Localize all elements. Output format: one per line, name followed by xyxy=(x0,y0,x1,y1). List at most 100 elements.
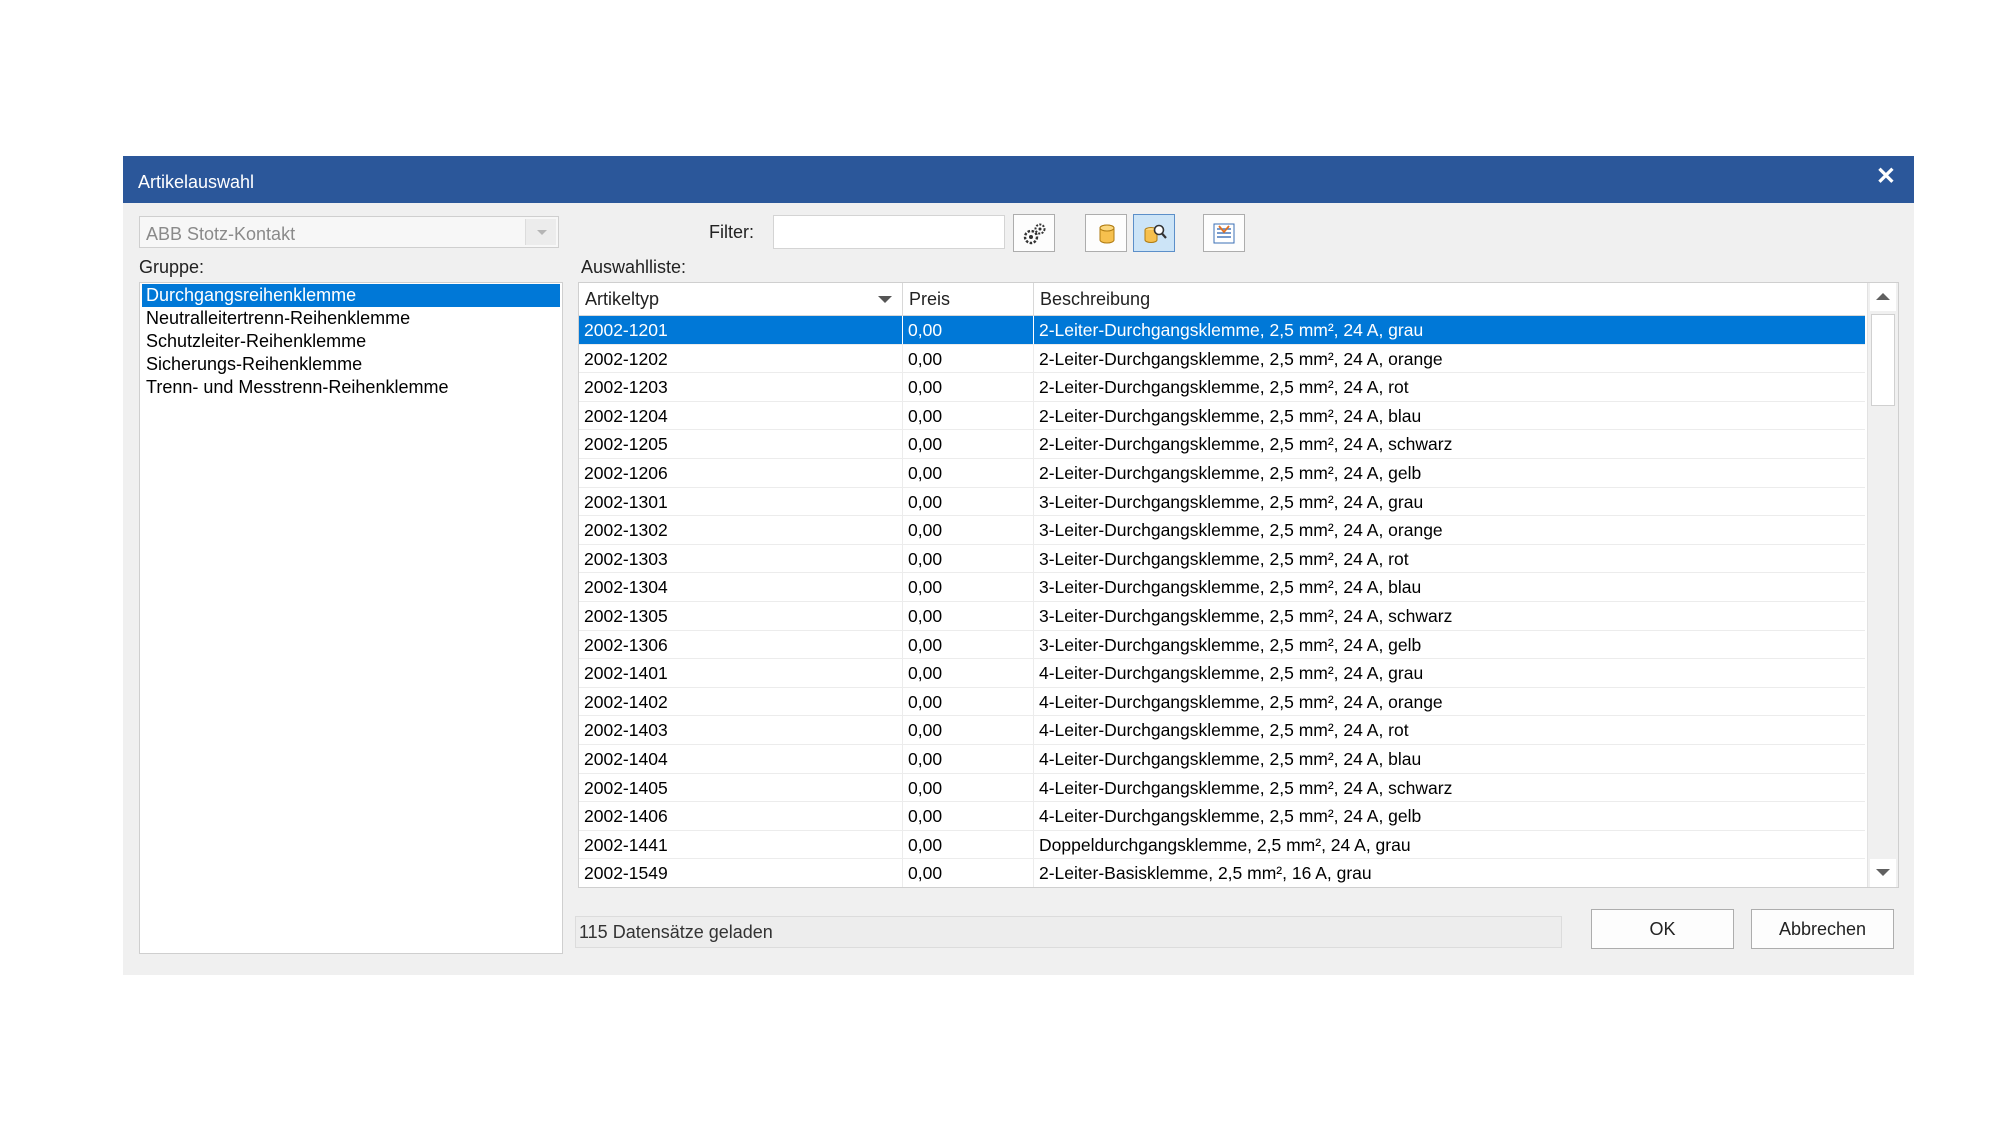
cell-preis: 0,00 xyxy=(903,316,1034,344)
table-row[interactable]: 2002-1305 0,00 3-Leiter-Durchgangsklemme, … xyxy=(579,601,1865,631)
column-header-preis[interactable]: Preis xyxy=(903,283,1034,315)
dialog-title: Artikelauswahl xyxy=(138,172,255,192)
list-export-icon xyxy=(1213,223,1235,244)
article-selection-dialog: Artikelauswahl ✕ ABB Stotz-Kontakt Grupp… xyxy=(123,156,1914,975)
gears-icon xyxy=(1023,223,1046,245)
table-row[interactable]: 2002-1406 0,00 4-Leiter-Durchgangsklemme, … xyxy=(579,802,1865,831)
cell-preis: 0,00 xyxy=(903,773,1034,802)
table-row[interactable]: 2002-1206 0,00 2-Leiter-Durchgangsklemme, … xyxy=(579,458,1865,488)
table-row[interactable]: 2002-1549 0,00 2-Leiter-Basisklemme, 2,5 m… xyxy=(579,859,1865,887)
cell-artikeltyp: 2002-1306 xyxy=(579,630,903,659)
table-row[interactable]: 2002-1203 0,00 2-Leiter-Durchgangsklemme, … xyxy=(579,373,1865,402)
database-search-button[interactable] xyxy=(1133,214,1175,252)
table-row[interactable]: 2002-1304 0,00 3-Leiter-Durchgangsklemme, … xyxy=(579,573,1865,602)
cell-preis: 0,00 xyxy=(903,744,1034,773)
cell-artikeltyp: 2002-1203 xyxy=(579,373,903,402)
group-list-item[interactable]: Trenn- und Messtrenn-Reihenklemme xyxy=(142,376,560,399)
cell-artikeltyp: 2002-1549 xyxy=(579,859,903,887)
cell-beschreibung: 3-Leiter-Durchgangsklemme, 2,5 mm², 24 A… xyxy=(1039,577,1422,598)
table-row[interactable]: 2002-1302 0,00 3-Leiter-Durchgangsklemme, … xyxy=(579,516,1865,545)
cell-artikeltyp: 2002-1205 xyxy=(579,430,903,459)
table-row[interactable]: 2002-1441 0,00 Doppeldurchgangsklemme, 2,5… xyxy=(579,830,1865,860)
group-list[interactable]: Durchgangsreihenklemme Neutralleitertrenn… xyxy=(139,282,563,954)
sort-descending-icon[interactable] xyxy=(878,296,892,303)
export-list-button[interactable] xyxy=(1203,214,1245,252)
cell-preis: 0,00 xyxy=(903,458,1034,487)
database-search-icon xyxy=(1144,224,1167,243)
cell-beschreibung: 3-Leiter-Durchgangsklemme, 2,5 mm², 24 A… xyxy=(1039,548,1409,569)
group-list-item[interactable]: Schutzleiter-Reihenklemme xyxy=(142,330,560,353)
filter-settings-button[interactable] xyxy=(1013,214,1055,252)
cell-artikeltyp: 2002-1301 xyxy=(579,487,903,516)
cell-beschreibung: 2-Leiter-Durchgangsklemme, 2,5 mm², 24 A… xyxy=(1034,316,1865,344)
cell-artikeltyp: 2002-1204 xyxy=(579,401,903,430)
cell-beschreibung: 2-Leiter-Durchgangsklemme, 2,5 mm², 24 A… xyxy=(1039,434,1453,455)
cell-preis: 0,00 xyxy=(903,430,1034,459)
table-row[interactable]: 2002-1405 0,00 4-Leiter-Durchgangsklemme, … xyxy=(579,773,1865,803)
cell-beschreibung: 3-Leiter-Durchgangsklemme, 2,5 mm², 24 A… xyxy=(1039,634,1422,655)
cell-preis: 0,00 xyxy=(903,544,1034,573)
cell-preis: 0,00 xyxy=(903,516,1034,545)
cell-beschreibung: 3-Leiter-Durchgangsklemme, 2,5 mm², 24 A… xyxy=(1039,491,1424,512)
cell-preis: 0,00 xyxy=(903,659,1034,688)
cancel-button[interactable]: Abbrechen xyxy=(1751,909,1894,949)
cell-artikeltyp: 2002-1404 xyxy=(579,744,903,773)
table-row[interactable]: 2002-1404 0,00 4-Leiter-Durchgangsklemme, … xyxy=(579,744,1865,774)
table-row[interactable]: 2002-1201 0,00 2-Leiter-Durchgangsklemme, … xyxy=(579,316,1865,345)
cell-artikeltyp: 2002-1302 xyxy=(579,516,903,545)
manufacturer-combobox[interactable]: ABB Stotz-Kontakt xyxy=(139,216,559,248)
database-button[interactable] xyxy=(1085,214,1127,252)
table-row[interactable]: 2002-1402 0,00 4-Leiter-Durchgangsklemme, … xyxy=(579,687,1865,717)
group-list-item[interactable]: Sicherungs-Reihenklemme xyxy=(142,353,560,376)
cell-beschreibung: 4-Leiter-Durchgangsklemme, 2,5 mm², 24 A… xyxy=(1039,806,1422,827)
table-row[interactable]: 2002-1401 0,00 4-Leiter-Durchgangsklemme, … xyxy=(579,659,1865,688)
filter-input[interactable] xyxy=(773,215,1005,249)
scroll-up-icon[interactable] xyxy=(1870,283,1896,311)
table-row[interactable]: 2002-1403 0,00 4-Leiter-Durchgangsklemme, … xyxy=(579,716,1865,745)
cell-preis: 0,00 xyxy=(903,630,1034,659)
title-bar[interactable]: Artikelauswahl ✕ xyxy=(123,156,1914,203)
table-row[interactable]: 2002-1301 0,00 3-Leiter-Durchgangsklemme, … xyxy=(579,487,1865,517)
cell-beschreibung: 2-Leiter-Durchgangsklemme, 2,5 mm², 24 A… xyxy=(1039,462,1422,483)
cell-preis: 0,00 xyxy=(903,802,1034,831)
column-header-artikeltyp[interactable]: Artikeltyp xyxy=(579,283,903,315)
database-icon xyxy=(1099,224,1115,244)
table-row[interactable]: 2002-1204 0,00 2-Leiter-Durchgangsklemme, … xyxy=(579,401,1865,431)
cell-preis: 0,00 xyxy=(903,687,1034,716)
cell-preis: 0,00 xyxy=(903,716,1034,745)
ok-button[interactable]: OK xyxy=(1591,909,1734,949)
cell-preis: 0,00 xyxy=(903,573,1034,602)
group-label: Gruppe: xyxy=(139,257,205,277)
table-body: 2002-1201 0,00 2-Leiter-Durchgangsklemme, … xyxy=(579,316,1865,887)
table-row[interactable]: 2002-1205 0,00 2-Leiter-Durchgangsklemme, … xyxy=(579,430,1865,459)
cell-beschreibung: 2-Leiter-Durchgangsklemme, 2,5 mm², 24 A… xyxy=(1039,405,1422,426)
table-row[interactable]: 2002-1306 0,00 3-Leiter-Durchgangsklemme, … xyxy=(579,630,1865,660)
cell-artikeltyp: 2002-1441 xyxy=(579,830,903,859)
cell-artikeltyp: 2002-1402 xyxy=(579,687,903,716)
scrollbar-thumb[interactable] xyxy=(1871,314,1895,406)
column-header-beschreibung[interactable]: Beschreibung xyxy=(1034,283,1865,315)
cell-artikeltyp: 2002-1206 xyxy=(579,458,903,487)
chevron-down-icon[interactable] xyxy=(525,219,556,245)
cell-beschreibung: 4-Leiter-Durchgangsklemme, 2,5 mm², 24 A… xyxy=(1039,663,1424,684)
table-row[interactable]: 2002-1303 0,00 3-Leiter-Durchgangsklemme, … xyxy=(579,544,1865,574)
cell-beschreibung: Doppeldurchgangsklemme, 2,5 mm², 24 A, g… xyxy=(1039,834,1411,855)
column-label: Artikeltyp xyxy=(585,289,660,309)
cell-beschreibung: 4-Leiter-Durchgangsklemme, 2,5 mm², 24 A… xyxy=(1039,720,1409,741)
cell-beschreibung: 4-Leiter-Durchgangsklemme, 2,5 mm², 24 A… xyxy=(1039,691,1443,712)
article-table[interactable]: Artikeltyp Preis Beschreibung 2002-1201 0… xyxy=(578,282,1899,888)
vertical-scrollbar[interactable] xyxy=(1867,283,1898,887)
cell-artikeltyp: 2002-1304 xyxy=(579,573,903,602)
close-icon[interactable]: ✕ xyxy=(1876,165,1896,189)
scroll-down-icon[interactable] xyxy=(1870,859,1896,887)
cell-preis: 0,00 xyxy=(903,401,1034,430)
column-label: Beschreibung xyxy=(1040,289,1151,309)
cell-preis: 0,00 xyxy=(903,859,1034,887)
cell-preis: 0,00 xyxy=(903,344,1034,373)
cell-preis: 0,00 xyxy=(903,601,1034,630)
group-list-item[interactable]: Neutralleitertrenn-Reihenklemme xyxy=(142,307,560,330)
column-label: Preis xyxy=(909,289,951,309)
group-list-item[interactable]: Durchgangsreihenklemme xyxy=(142,284,560,307)
cell-artikeltyp: 2002-1403 xyxy=(579,716,903,745)
table-row[interactable]: 2002-1202 0,00 2-Leiter-Durchgangsklemme, … xyxy=(579,344,1865,374)
